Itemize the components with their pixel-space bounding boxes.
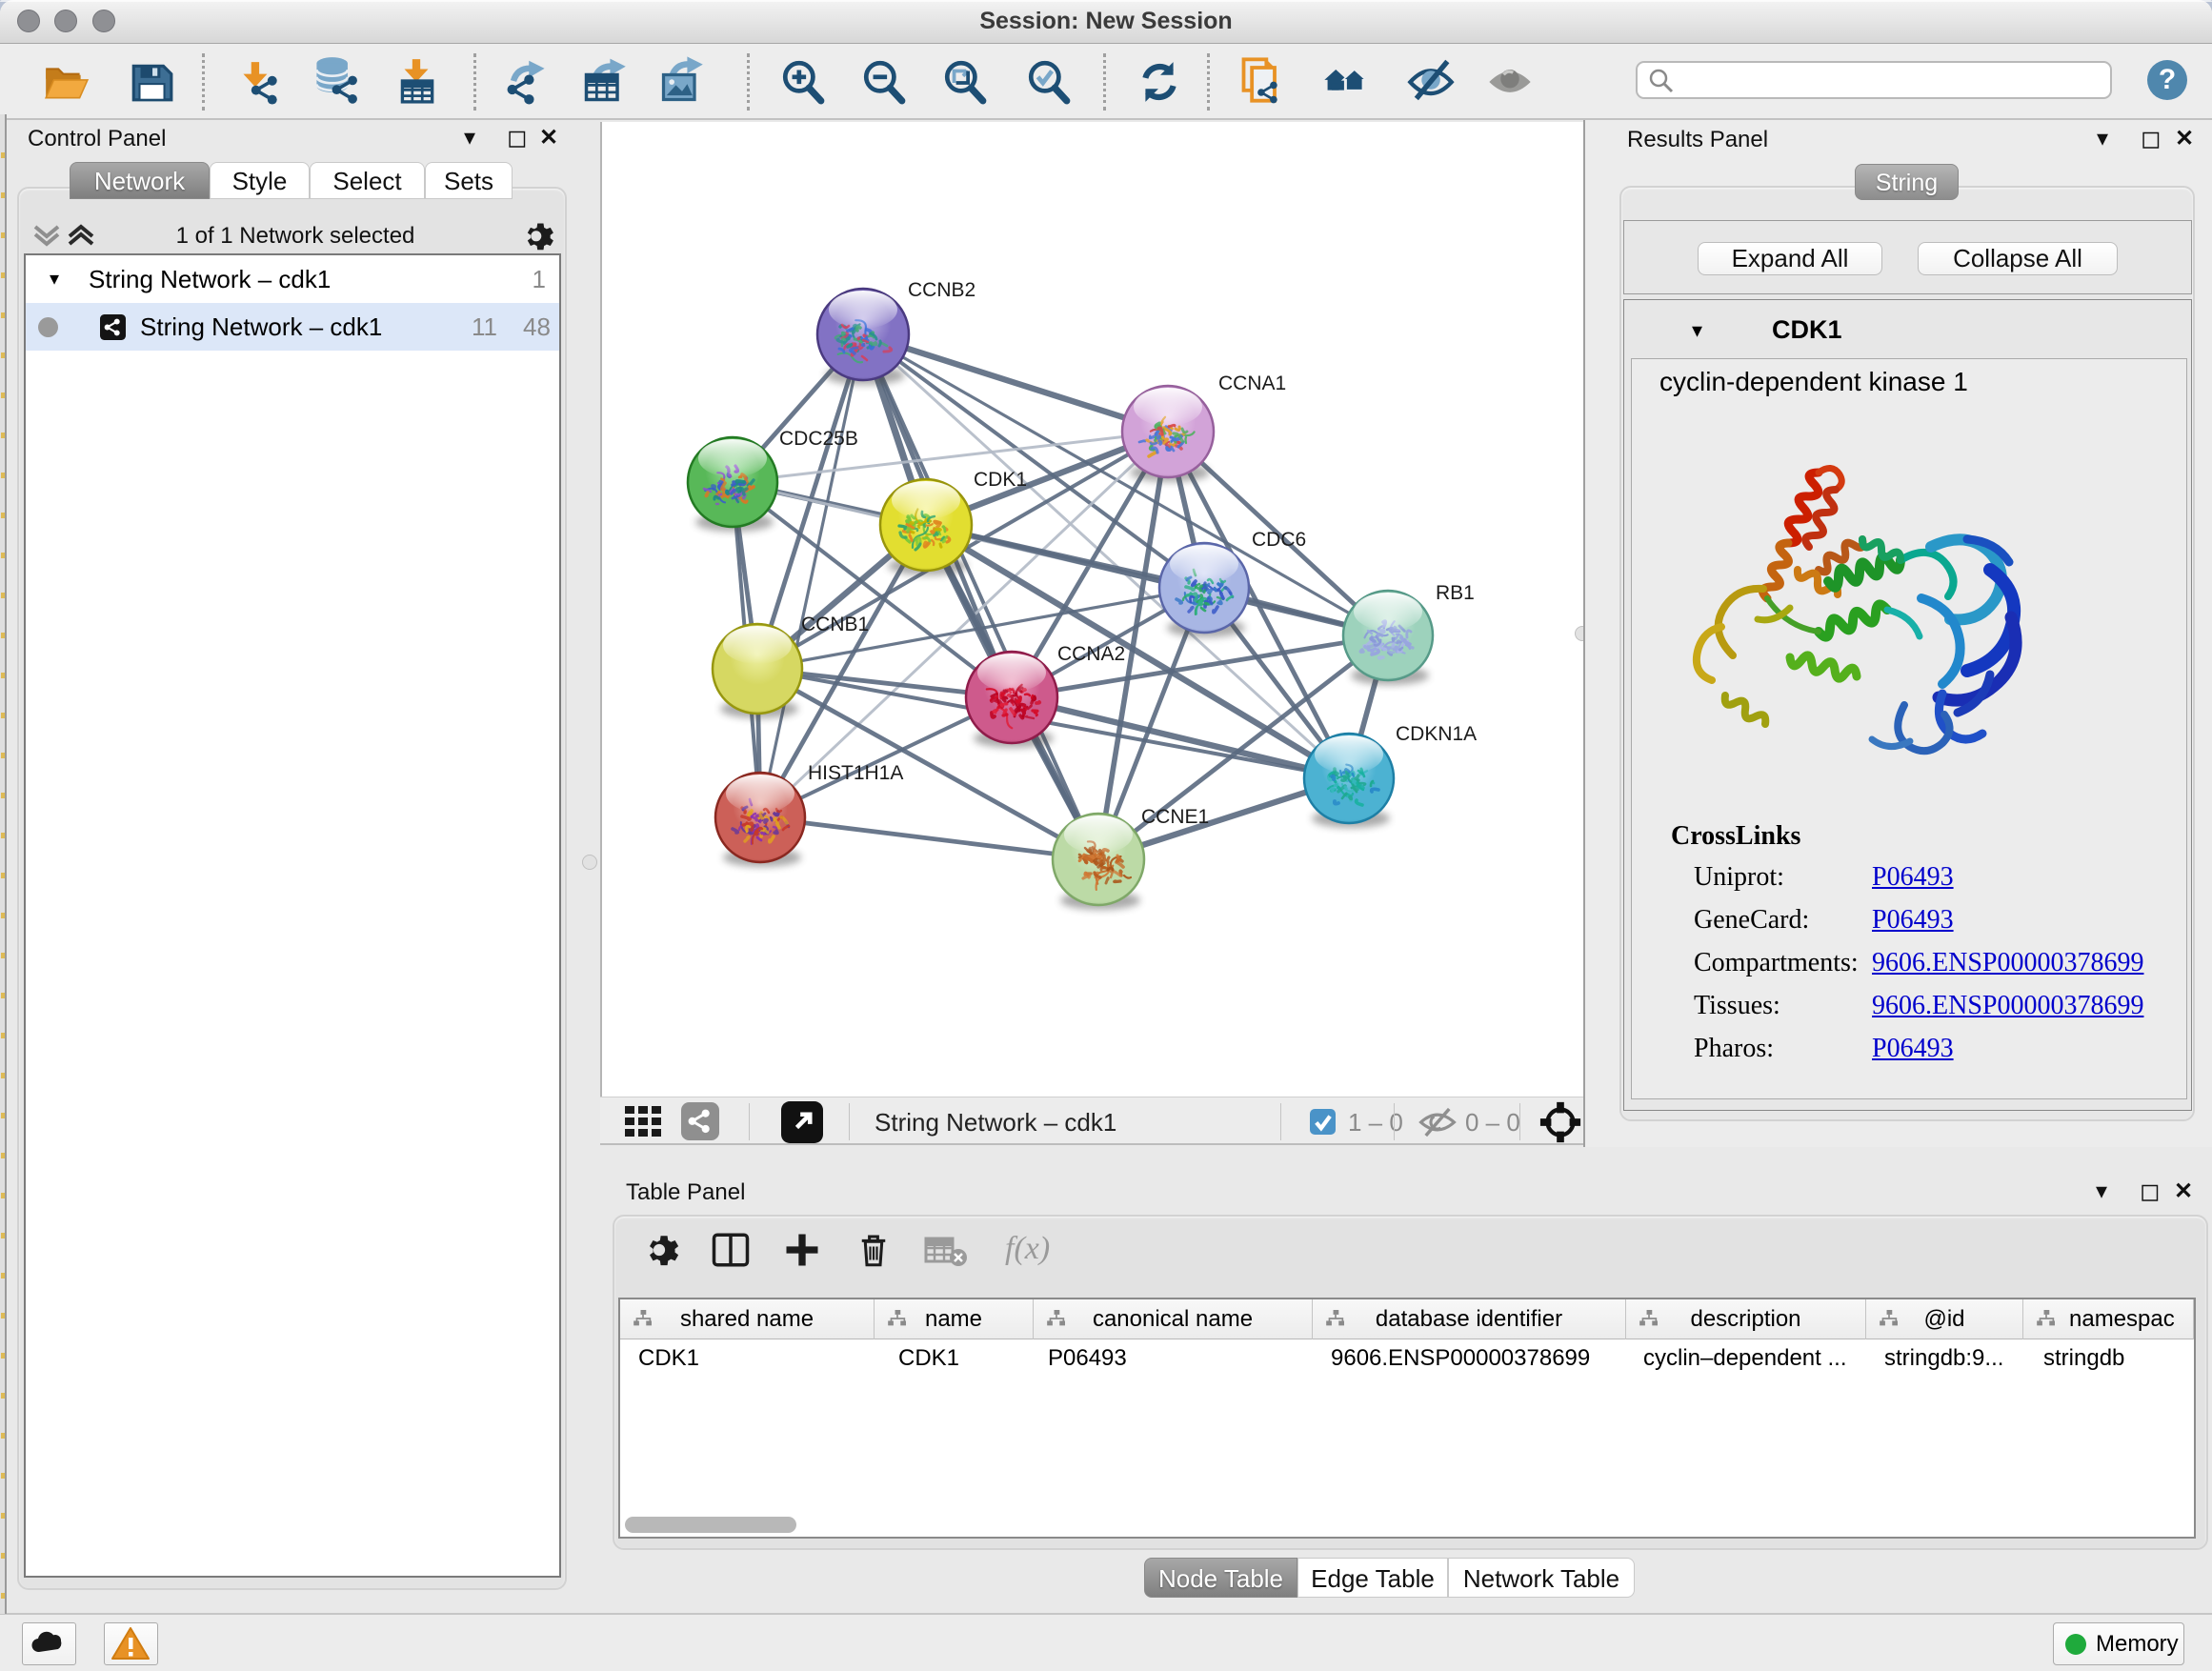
svg-text:HIST1H1A: HIST1H1A <box>808 762 903 784</box>
svg-text:CCNB2: CCNB2 <box>908 279 975 301</box>
svg-text:RB1: RB1 <box>1436 582 1475 604</box>
svg-text:CDKN1A: CDKN1A <box>1396 723 1477 745</box>
svg-text:CDK1: CDK1 <box>974 469 1027 491</box>
svg-text:CCNA1: CCNA1 <box>1218 372 1286 394</box>
svg-text:CCNE1: CCNE1 <box>1141 806 1209 828</box>
svg-text:CCNB1: CCNB1 <box>801 614 869 635</box>
svg-text:CDC6: CDC6 <box>1252 529 1306 551</box>
svg-text:CCNA2: CCNA2 <box>1057 643 1125 665</box>
svg-text:CDC25B: CDC25B <box>779 428 858 450</box>
